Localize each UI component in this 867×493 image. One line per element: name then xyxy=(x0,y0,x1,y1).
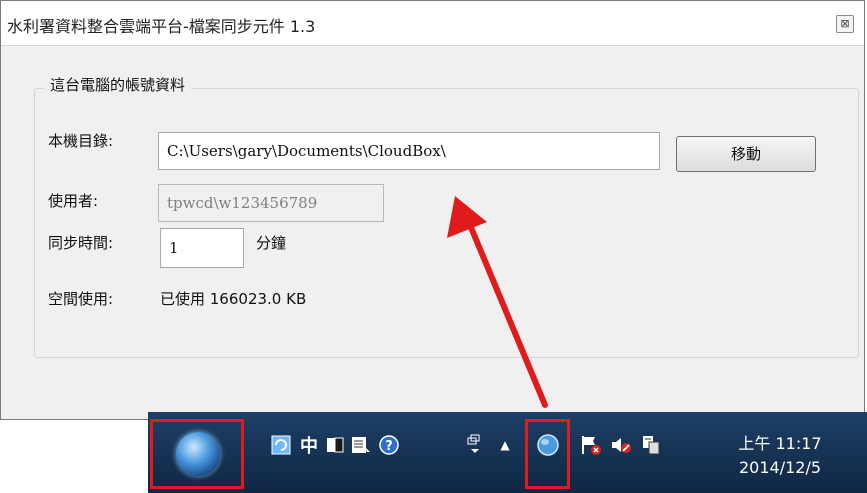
group-title: 這台電腦的帳號資料 xyxy=(44,74,192,95)
sync-interval-field[interactable]: 1 xyxy=(160,228,244,268)
svg-text:?: ? xyxy=(385,439,393,454)
user-label: 使用者: xyxy=(48,192,99,210)
move-button[interactable]: 移動 xyxy=(676,136,816,172)
sync-unit-label: 分鐘 xyxy=(256,234,287,252)
ime-fullwidth-icon[interactable] xyxy=(322,432,348,458)
start-button[interactable] xyxy=(150,419,244,489)
local-dir-label: 本機目錄: xyxy=(48,132,114,150)
clock-time[interactable]: 上午 11:17 xyxy=(720,430,840,454)
ime-chinese-icon[interactable]: 中 xyxy=(296,432,322,458)
cloudbox-tray-icon[interactable] xyxy=(535,432,561,458)
help-icon[interactable]: ? xyxy=(376,432,402,458)
network-icon[interactable] xyxy=(638,432,664,458)
account-groupbox xyxy=(34,88,859,358)
local-dir-field[interactable]: C:\Users\gary\Documents\CloudBox\ xyxy=(158,132,660,170)
action-center-flag-icon[interactable] xyxy=(578,432,604,458)
space-usage-label: 空間使用: xyxy=(48,290,114,308)
volume-muted-icon[interactable] xyxy=(608,432,634,458)
clock-date[interactable]: 2014/12/5 xyxy=(720,458,840,477)
space-usage-value: 已使用 166023.0 KB xyxy=(160,290,307,308)
sync-time-label: 同步時間: xyxy=(48,234,114,252)
show-hidden-icons-arrow[interactable]: ▲ xyxy=(492,432,518,458)
sync-icon[interactable] xyxy=(268,432,294,458)
title-bar: 水利署資料整合雲端平台-檔案同步元件 1.3 ⊠ xyxy=(1,1,864,46)
window-title: 水利署資料整合雲端平台-檔案同步元件 1.3 xyxy=(7,17,316,36)
close-button[interactable]: ⊠ xyxy=(836,15,854,33)
ime-keyboard-icon[interactable] xyxy=(348,432,374,458)
user-field: tpwcd\w123456789 xyxy=(158,184,384,222)
windows-orb-icon xyxy=(176,432,220,476)
ime-options-icon[interactable] xyxy=(462,432,488,458)
